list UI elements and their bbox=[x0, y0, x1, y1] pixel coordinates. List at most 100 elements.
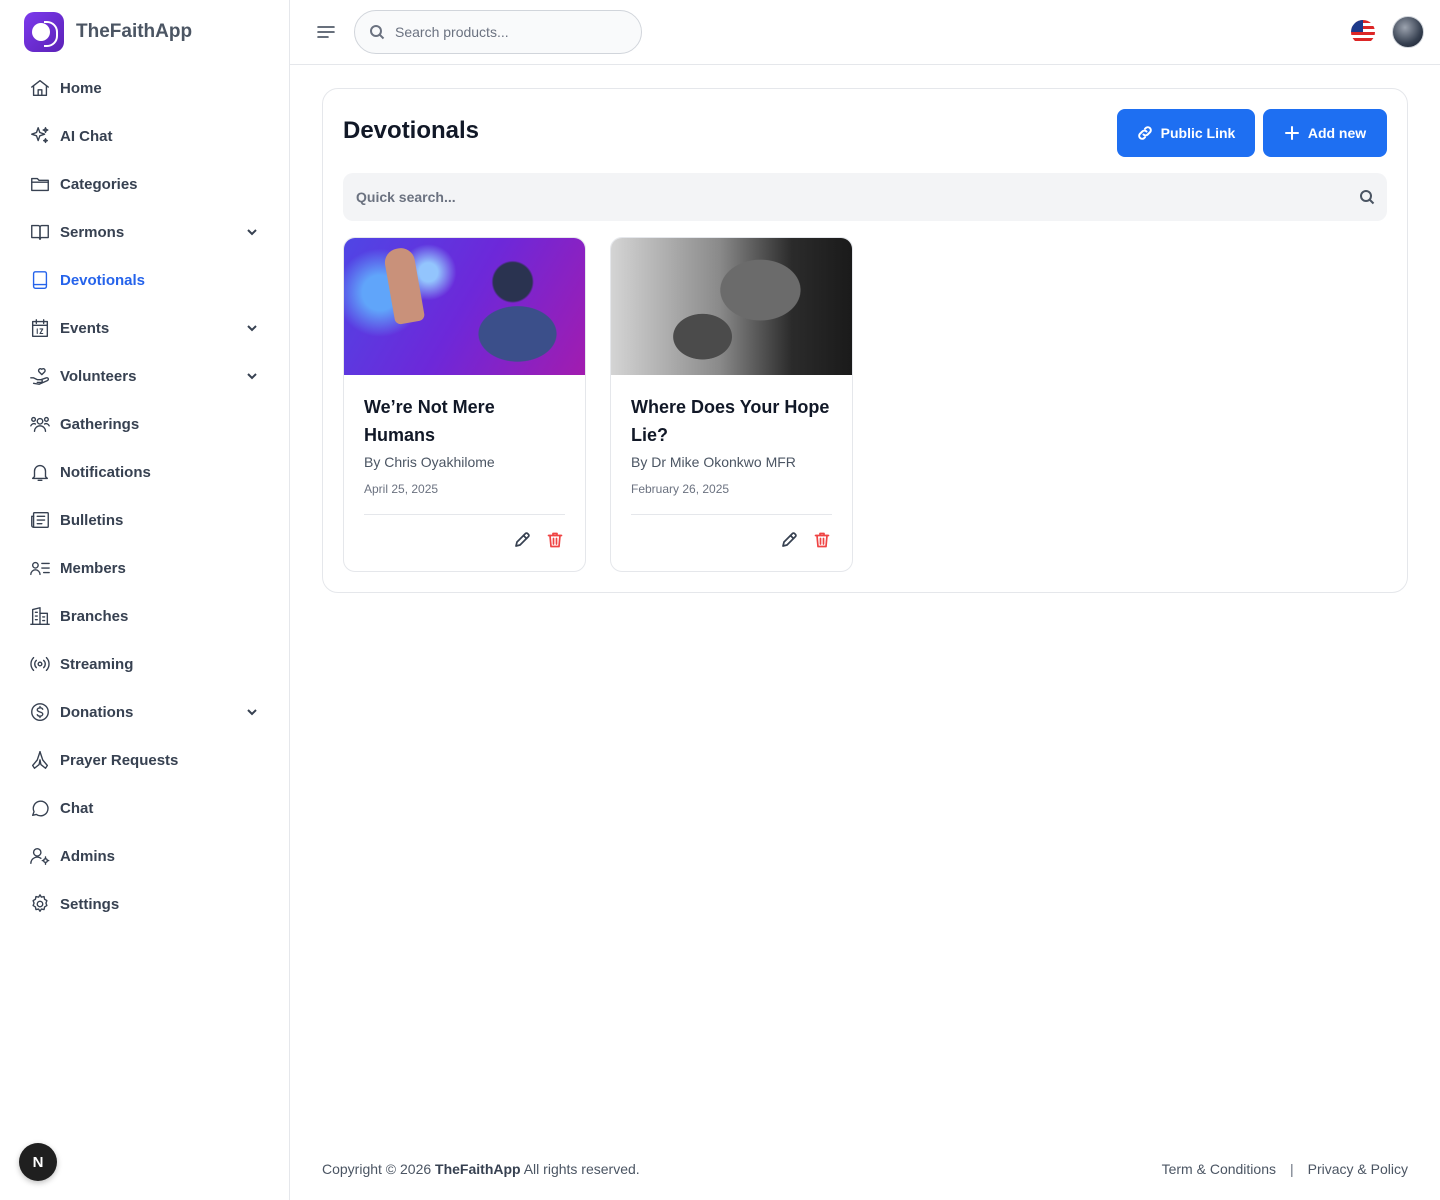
sidebar-nav: Home AI Chat Categories Sermons Devotion… bbox=[16, 64, 274, 928]
sidebar-item-label: Prayer Requests bbox=[60, 751, 179, 769]
sidebar-item-notifications[interactable]: Notifications bbox=[16, 448, 274, 496]
dollar-circle-icon bbox=[28, 700, 52, 724]
sidebar-item-label: Volunteers bbox=[60, 367, 137, 385]
delete-icon[interactable] bbox=[546, 531, 564, 549]
sidebar-item-streaming[interactable]: Streaming bbox=[16, 640, 274, 688]
sidebar-item-prayer-requests[interactable]: Prayer Requests bbox=[16, 736, 274, 784]
sidebar-item-sermons[interactable]: Sermons bbox=[16, 208, 274, 256]
devotional-author: By Chris Oyakhilome bbox=[364, 454, 495, 470]
sidebar-item-ai-chat[interactable]: AI Chat bbox=[16, 112, 274, 160]
copyright: Copyright © 2026 TheFaithApp All rights … bbox=[322, 1161, 640, 1177]
brand-logo-icon bbox=[24, 12, 64, 52]
search-input[interactable] bbox=[395, 24, 625, 40]
us-flag-icon[interactable] bbox=[1351, 20, 1375, 44]
top-bar bbox=[290, 0, 1440, 65]
sidebar-item-bulletins[interactable]: Bulletins bbox=[16, 496, 274, 544]
sidebar-item-label: Streaming bbox=[60, 655, 134, 673]
copyright-brand: TheFaithApp bbox=[435, 1161, 521, 1177]
hand-heart-icon bbox=[28, 364, 52, 388]
avatar[interactable] bbox=[1392, 16, 1424, 48]
member-list-icon bbox=[28, 556, 52, 580]
devotional-author: By Dr Mike Okonkwo MFR bbox=[631, 454, 796, 470]
sidebar-item-categories[interactable]: Categories bbox=[16, 160, 274, 208]
building-icon bbox=[28, 604, 52, 628]
sidebar: TheFaithApp Home AI Chat Categories Serm… bbox=[0, 0, 290, 1200]
sidebar-item-label: AI Chat bbox=[60, 127, 113, 145]
quick-search[interactable] bbox=[343, 173, 1387, 221]
page-title: Devotionals bbox=[343, 117, 480, 144]
sidebar-item-label: Admins bbox=[60, 847, 116, 865]
gear-icon bbox=[28, 892, 52, 916]
user-gear-icon bbox=[28, 844, 52, 868]
sidebar-item-label: Branches bbox=[60, 607, 129, 625]
devotional-card[interactable]: We’re Not Mere Humans By Chris Oyakhilom… bbox=[343, 237, 586, 572]
sidebar-item-label: Devotionals bbox=[60, 271, 146, 289]
footer-separator: | bbox=[1290, 1161, 1294, 1177]
devotional-title: We’re Not Mere Humans bbox=[364, 397, 495, 445]
sidebar-item-label: Chat bbox=[60, 799, 94, 817]
sidebar-item-branches[interactable]: Branches bbox=[16, 592, 274, 640]
sidebar-item-label: Home bbox=[60, 79, 102, 97]
add-new-label: Add new bbox=[1307, 125, 1367, 141]
devotional-image bbox=[344, 238, 585, 375]
praying-hands-icon bbox=[28, 748, 52, 772]
chevron-down-icon[interactable] bbox=[244, 224, 260, 240]
brand-name: TheFaithApp bbox=[76, 21, 193, 42]
sidebar-item-label: Bulletins bbox=[60, 511, 124, 529]
add-new-button[interactable]: Add new bbox=[1263, 109, 1387, 157]
edit-icon[interactable] bbox=[513, 531, 531, 549]
devotional-book-icon bbox=[28, 268, 52, 292]
copyright-suffix: All rights reserved. bbox=[523, 1161, 640, 1177]
sidebar-item-label: Settings bbox=[60, 895, 120, 913]
sidebar-item-gatherings[interactable]: Gatherings bbox=[16, 400, 274, 448]
search-icon[interactable] bbox=[1359, 189, 1375, 205]
edit-icon[interactable] bbox=[780, 531, 798, 549]
sidebar-item-settings[interactable]: Settings bbox=[16, 880, 274, 928]
folder-icon bbox=[28, 172, 52, 196]
global-search[interactable] bbox=[354, 10, 642, 54]
footer-links: Term & Conditions | Privacy & Policy bbox=[1162, 1161, 1408, 1177]
public-link-button[interactable]: Public Link bbox=[1117, 109, 1255, 157]
sidebar-item-label: Categories bbox=[60, 175, 138, 193]
copyright-prefix: Copyright © 2026 bbox=[322, 1161, 432, 1177]
sidebar-item-admins[interactable]: Admins bbox=[16, 832, 274, 880]
link-icon bbox=[1137, 126, 1152, 140]
search-icon bbox=[370, 25, 385, 40]
sidebar-item-devotionals[interactable]: Devotionals bbox=[16, 256, 274, 304]
sidebar-item-label: Events bbox=[60, 319, 110, 337]
sidebar-item-volunteers[interactable]: Volunteers bbox=[16, 352, 274, 400]
plus-icon bbox=[1284, 126, 1299, 140]
brand[interactable]: TheFaithApp bbox=[24, 12, 192, 52]
sidebar-item-chat[interactable]: Chat bbox=[16, 784, 274, 832]
quick-search-input[interactable] bbox=[356, 189, 1359, 205]
sidebar-item-label: Sermons bbox=[60, 223, 125, 241]
sidebar-item-members[interactable]: Members bbox=[16, 544, 274, 592]
group-icon bbox=[28, 412, 52, 436]
broadcast-icon bbox=[28, 652, 52, 676]
devotional-date: April 25, 2025 bbox=[364, 482, 439, 496]
privacy-link[interactable]: Privacy & Policy bbox=[1308, 1161, 1408, 1177]
sidebar-item-donations[interactable]: Donations bbox=[16, 688, 274, 736]
devotional-card[interactable]: Where Does Your Hope Lie? By Dr Mike Oko… bbox=[610, 237, 853, 572]
sparkle-icon bbox=[28, 124, 52, 148]
divider bbox=[631, 514, 832, 515]
devotionals-panel: Devotionals Public Link Add new We’re No… bbox=[322, 88, 1408, 593]
chat-bubble-icon bbox=[28, 796, 52, 820]
bell-icon bbox=[28, 460, 52, 484]
sidebar-item-label: Donations bbox=[60, 703, 134, 721]
sidebar-item-label: Members bbox=[60, 559, 126, 577]
sidebar-item-home[interactable]: Home bbox=[16, 64, 274, 112]
menu-toggle-icon[interactable] bbox=[316, 22, 336, 42]
newspaper-icon bbox=[28, 508, 52, 532]
divider bbox=[364, 514, 565, 515]
terms-link[interactable]: Term & Conditions bbox=[1162, 1161, 1276, 1177]
chevron-down-icon[interactable] bbox=[244, 320, 260, 336]
chevron-down-icon[interactable] bbox=[244, 704, 260, 720]
home-icon bbox=[28, 76, 52, 100]
dev-tools-badge[interactable]: N bbox=[19, 1143, 57, 1181]
chevron-down-icon[interactable] bbox=[244, 368, 260, 384]
sidebar-item-events[interactable]: Events bbox=[16, 304, 274, 352]
public-link-label: Public Link bbox=[1160, 125, 1236, 141]
delete-icon[interactable] bbox=[813, 531, 831, 549]
book-icon bbox=[28, 220, 52, 244]
